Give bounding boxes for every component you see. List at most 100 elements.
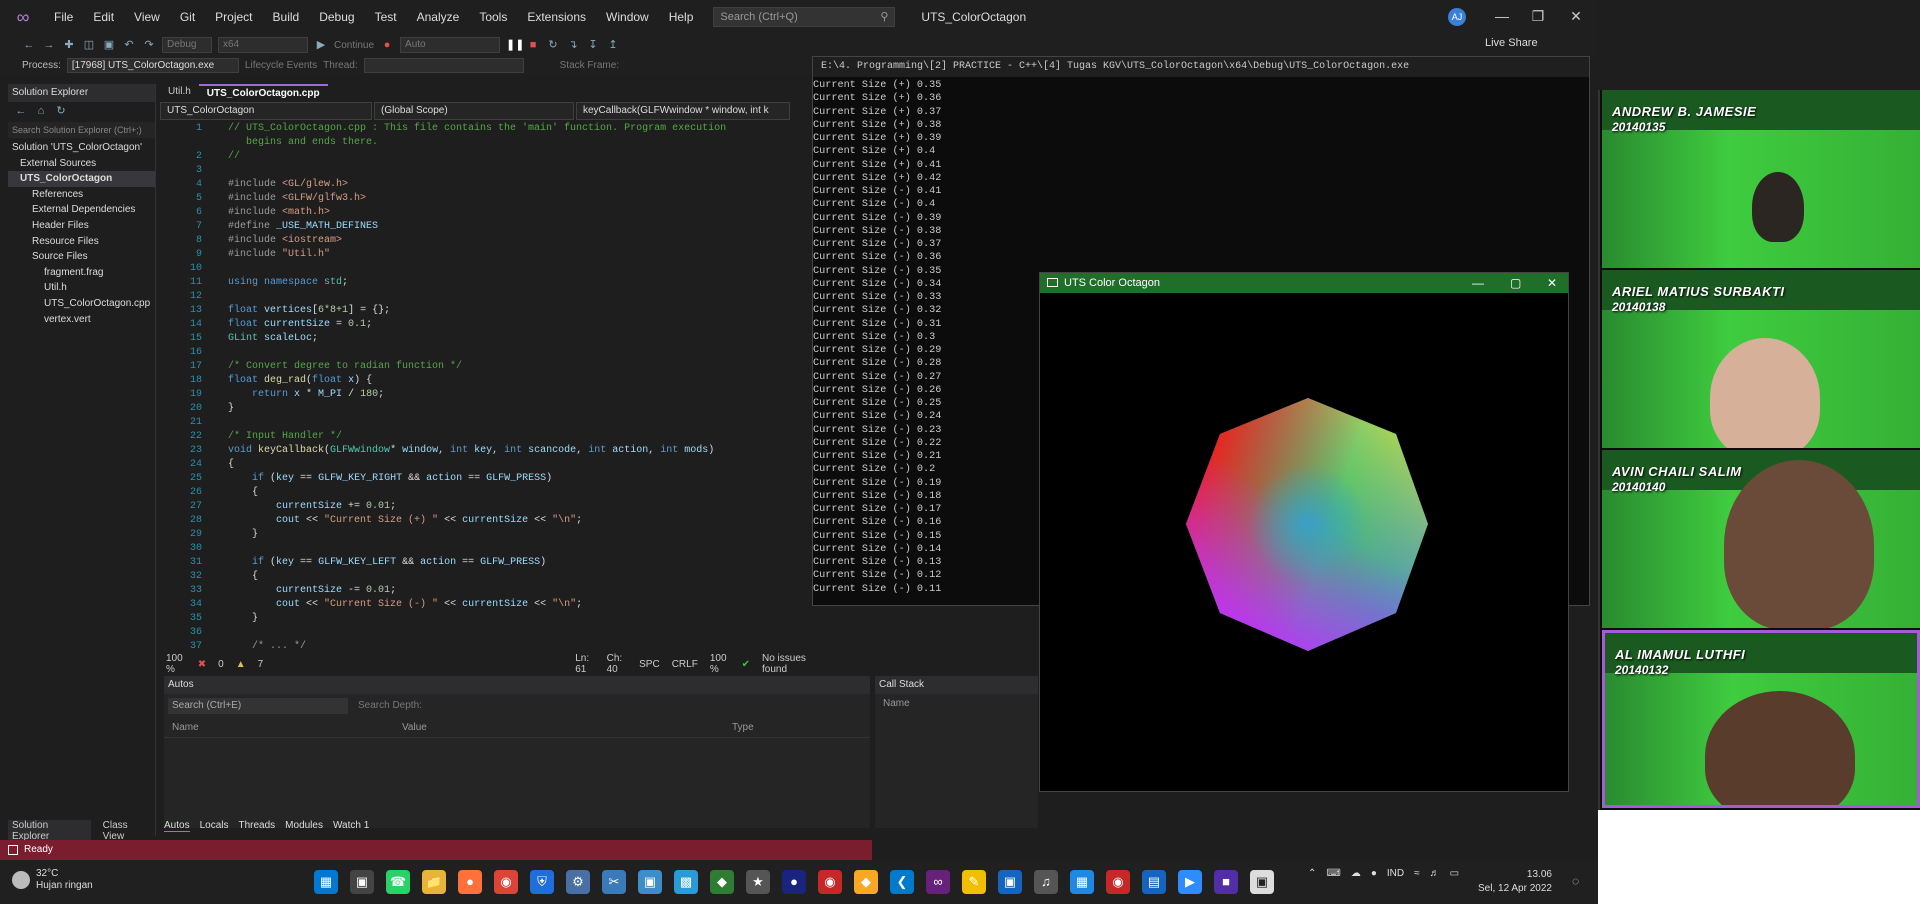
tab-main-cpp[interactable]: UTS_ColorOctagon.cpp [198, 84, 328, 100]
participant-tile[interactable]: ANDREW B. JAMESIE 20140135 [1602, 90, 1920, 268]
line-ending[interactable]: CRLF [672, 659, 698, 670]
tree-item-vertex[interactable]: vertex.vert [8, 312, 155, 328]
menu-test[interactable]: Test [365, 0, 407, 34]
photos-icon[interactable]: ▣ [638, 870, 662, 894]
file-explorer-icon[interactable]: 📁 [422, 870, 446, 894]
participant-tile[interactable]: AVIN CHAILI SALIM 20140140 [1602, 450, 1920, 628]
audio-icon[interactable]: ♫ [1034, 870, 1058, 894]
platform-select[interactable]: x64 [218, 37, 308, 53]
wifi-icon[interactable]: ≈ [1414, 868, 1420, 879]
network-tool-icon[interactable]: ★ [746, 870, 770, 894]
calculator-icon[interactable]: ▦ [1070, 870, 1094, 894]
tab-solution-explorer[interactable]: Solution Explorer [8, 820, 91, 842]
tab-modules[interactable]: Modules [285, 820, 323, 832]
menu-edit[interactable]: Edit [83, 0, 124, 34]
sync-icon[interactable]: ↻ [54, 104, 68, 118]
bug-icon[interactable]: ● [380, 38, 394, 52]
red-app-icon[interactable]: ◉ [818, 870, 842, 894]
column-type[interactable]: Type [732, 722, 754, 733]
open-icon[interactable]: ◫ [82, 38, 96, 52]
step-over-icon[interactable]: ↴ [566, 38, 580, 52]
menu-window[interactable]: Window [596, 0, 659, 34]
warning-icon[interactable]: ▲ [236, 659, 246, 670]
minimize-icon[interactable]: — [1487, 8, 1517, 24]
tree-item-source-files[interactable]: Source Files [8, 249, 155, 265]
solution-search-input[interactable]: Search Solution Explorer (Ctrl+;) [8, 122, 155, 138]
function-scope-select[interactable]: keyCallback(GLFWwindow * window, int k [576, 102, 790, 120]
live-share-button[interactable]: Live Share [1485, 37, 1538, 49]
tree-item-fragment[interactable]: fragment.frag [8, 265, 155, 281]
project-scope-select[interactable]: UTS_ColorOctagon [160, 102, 372, 120]
close-icon[interactable]: ✕ [1547, 273, 1557, 293]
menu-project[interactable]: Project [205, 0, 262, 34]
code-area[interactable]: 1// UTS_ColorOctagon.cpp : This file con… [160, 122, 810, 652]
media-icon[interactable]: ■ [1214, 870, 1238, 894]
redo-icon[interactable]: ↷ [142, 38, 156, 52]
close-icon[interactable]: ✕ [1561, 8, 1591, 25]
thread-select[interactable] [363, 57, 524, 73]
zoom-level[interactable]: 100 % [166, 653, 186, 675]
tree-item-solution[interactable]: Solution 'UTS_ColorOctagon' [8, 140, 155, 156]
tree-item-util[interactable]: Util.h [8, 280, 155, 296]
firefox-icon[interactable]: ● [458, 870, 482, 894]
notes-icon[interactable]: ✎ [962, 870, 986, 894]
minimize-icon[interactable]: — [1472, 273, 1484, 293]
start-icon[interactable]: ▦ [314, 870, 338, 894]
tab-watch-1[interactable]: Watch 1 [333, 820, 369, 832]
clock[interactable]: 13.06 Sel, 12 Apr 2022 [1478, 868, 1552, 896]
config-select[interactable]: Debug [162, 37, 212, 53]
tab-class-view[interactable]: Class View [99, 820, 155, 842]
chrome-icon[interactable]: ◉ [494, 870, 518, 894]
shield-icon[interactable]: ⛨ [530, 870, 554, 894]
weather-widget[interactable]: 32°C Hujan ringan [12, 868, 93, 892]
gpu-icon[interactable]: ▣ [998, 870, 1022, 894]
menu-build[interactable]: Build [263, 0, 310, 34]
visual-studio-icon[interactable]: ∞ [926, 870, 950, 894]
git-icon[interactable]: ◆ [854, 870, 878, 894]
column-name[interactable]: Name [172, 722, 402, 733]
menu-file[interactable]: File [44, 0, 83, 34]
avatar[interactable]: AJ [1448, 8, 1466, 26]
menu-git[interactable]: Git [170, 0, 205, 34]
play-icon[interactable]: ▶ [314, 38, 328, 52]
menu-debug[interactable]: Debug [309, 0, 364, 34]
tree-item-references[interactable]: References [8, 187, 155, 203]
tree-item-main-cpp[interactable]: UTS_ColorOctagon.cpp [8, 296, 155, 312]
pause-icon[interactable]: ❚❚ [506, 38, 524, 52]
snipping-tool-icon[interactable]: ✂ [602, 870, 626, 894]
tab-locals[interactable]: Locals [200, 820, 229, 832]
spacing-mode[interactable]: SPC [639, 659, 660, 670]
zoom-icon[interactable]: ▶ [1178, 870, 1202, 894]
cloud-icon[interactable]: ☁ [1351, 868, 1361, 879]
recorder-icon[interactable]: ◉ [1106, 870, 1130, 894]
microphone-icon[interactable]: ● [1371, 868, 1377, 879]
process-select[interactable]: [17968] UTS_ColorOctagon.exe [66, 57, 239, 73]
volume-icon[interactable]: ♬ [1430, 868, 1440, 879]
tab-util-h[interactable]: Util.h [160, 84, 199, 100]
continue-button[interactable]: Continue [334, 40, 374, 51]
stop-icon[interactable]: ■ [526, 38, 540, 52]
notification-icon[interactable]: ◌ [1572, 874, 1579, 888]
tree-item-project[interactable]: UTS_ColorOctagon [8, 171, 155, 187]
maximize-icon[interactable]: ▢ [1510, 273, 1521, 293]
auto-select[interactable]: Auto [400, 37, 501, 53]
keyboard-icon[interactable]: ⌨ [1326, 868, 1340, 879]
lifecycle-events-button[interactable]: Lifecycle Events [245, 60, 317, 71]
new-item-icon[interactable]: ✚ [62, 38, 76, 52]
call-stack-name-column[interactable]: Name [883, 698, 910, 709]
tab-threads[interactable]: Threads [238, 820, 275, 832]
save-icon[interactable]: ▣ [102, 38, 116, 52]
back-icon[interactable]: ← [22, 38, 36, 52]
tab-autos[interactable]: Autos [164, 820, 190, 832]
forward-icon[interactable]: → [42, 38, 56, 52]
document-icon[interactable]: ▤ [1142, 870, 1166, 894]
battery-icon[interactable]: ▭ [1450, 868, 1459, 879]
chevron-up-icon[interactable]: ⌃ [1308, 868, 1316, 879]
undo-icon[interactable]: ↶ [122, 38, 136, 52]
restore-icon[interactable]: ❐ [1523, 8, 1553, 25]
tree-item-external-sources[interactable]: External Sources [8, 156, 155, 172]
restart-icon[interactable]: ↻ [546, 38, 560, 52]
tree-item-external-dependencies[interactable]: External Dependencies [8, 202, 155, 218]
settings-icon[interactable]: ⚙ [566, 870, 590, 894]
participant-tile-active[interactable]: AL IMAMUL LUTHFI 20140132 [1602, 630, 1920, 808]
